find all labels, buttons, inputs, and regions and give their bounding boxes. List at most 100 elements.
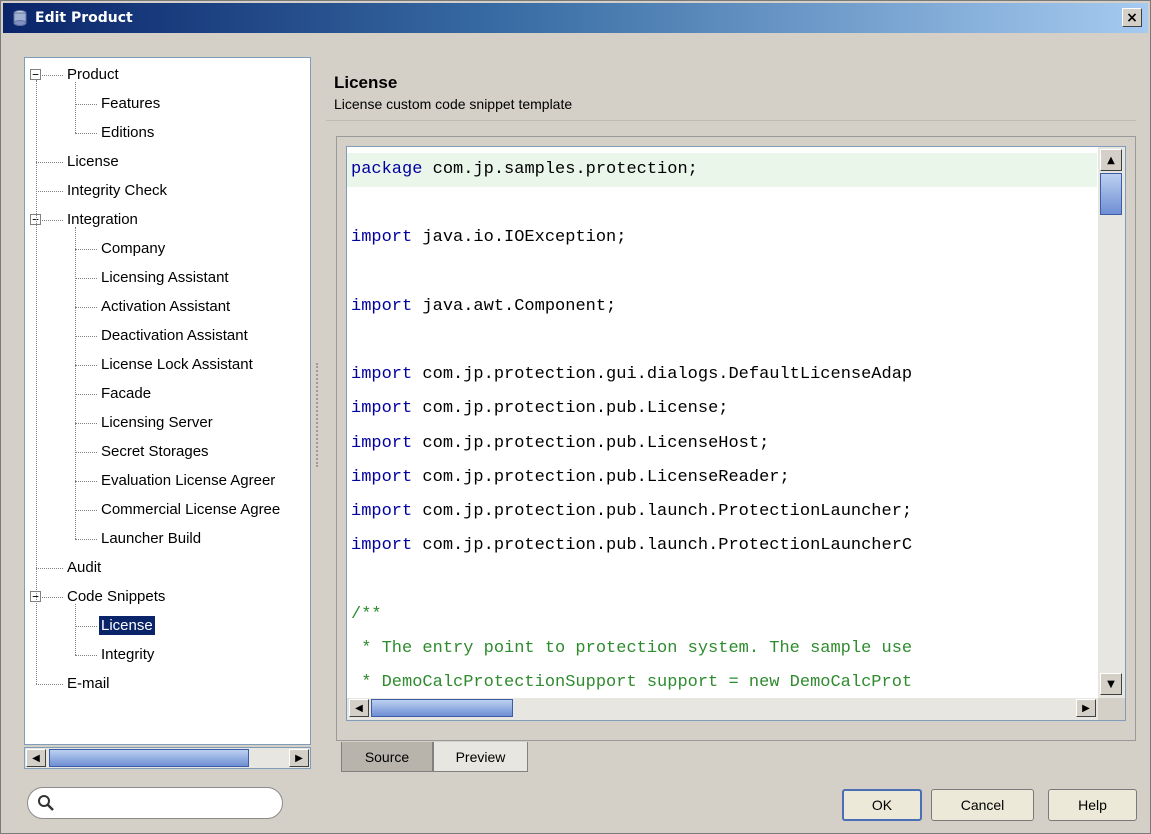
code-line: import com.jp.protection.pub.launch.Prot…	[351, 501, 912, 523]
code-text: com.jp.protection.pub.LicenseHost;	[412, 433, 770, 453]
tree-item[interactable]: License	[65, 147, 121, 176]
tree-item-label: Licensing Server	[101, 414, 213, 431]
tree-connector	[36, 684, 63, 685]
scroll-thumb[interactable]	[49, 749, 249, 767]
search-input[interactable]	[62, 794, 272, 814]
code-text-area[interactable]: package com.jp.samples.protection; import…	[347, 147, 1097, 692]
ok-button[interactable]: OK	[842, 789, 922, 821]
code-line: import com.jp.protection.pub.launch.Prot…	[351, 535, 912, 557]
tree-item[interactable]: Integrity	[99, 640, 156, 669]
horizontal-scroll-thumb[interactable]	[371, 699, 513, 717]
section-header: License License custom code snippet temp…	[326, 59, 1136, 121]
tree-item[interactable]: Integration	[65, 205, 140, 234]
tree-item-label: Facade	[101, 385, 152, 402]
code-editor[interactable]: package com.jp.samples.protection; import…	[346, 146, 1126, 721]
tree-guide	[36, 80, 37, 684]
tree-item[interactable]: Licensing Server	[99, 408, 215, 437]
code-line: import com.jp.protection.pub.License;	[351, 398, 728, 420]
code-line: import com.jp.protection.gui.dialogs.Def…	[351, 364, 912, 386]
tree-connector	[75, 278, 97, 279]
code-text: java.awt.Component;	[412, 296, 617, 316]
tab-source[interactable]: Source	[341, 742, 433, 772]
close-button[interactable]: ×	[1122, 8, 1142, 27]
tree-item[interactable]: Company	[99, 234, 167, 263]
tree-item-label: Audit	[67, 559, 102, 576]
navigation-tree[interactable]: Product − Features Editions License Integrity…	[24, 57, 311, 745]
code-text: com.jp.protection.pub.launch.ProtectionL…	[412, 536, 913, 556]
tree-item-label: Product	[67, 66, 119, 83]
tree-item-label: Evaluation License Agreer	[101, 472, 276, 489]
tree-item[interactable]: License Lock Assistant	[99, 350, 255, 379]
tree-connector	[75, 452, 97, 453]
tree-item[interactable]: Evaluation License Agreer	[99, 466, 277, 495]
scroll-down-arrow-icon[interactable]: ▼	[1100, 673, 1122, 695]
vertical-scroll-thumb[interactable]	[1100, 173, 1122, 215]
tree-item[interactable]: Launcher Build	[99, 524, 203, 553]
tree-connector	[36, 568, 63, 569]
tree-connector	[75, 626, 97, 627]
tree-item-label: License	[99, 616, 155, 635]
code-text: com.jp.samples.protection;	[422, 160, 698, 179]
tab-source-label: Source	[364, 748, 410, 765]
tree-item[interactable]: Licensing Assistant	[99, 263, 231, 292]
scroll-left-arrow-icon[interactable]: ◀	[349, 699, 369, 717]
tree-connector	[75, 423, 97, 424]
scroll-left-arrow-icon[interactable]: ◀	[26, 749, 46, 767]
tree-connector	[75, 104, 97, 105]
code-keyword: import	[351, 502, 413, 521]
code-keyword: import	[351, 536, 413, 556]
tree-item[interactable]: Audit	[65, 553, 103, 582]
window-title: Edit Product	[35, 10, 133, 26]
tree-item-label: Company	[101, 240, 166, 257]
tab-preview-label: Preview	[455, 748, 506, 765]
scroll-up-arrow-icon[interactable]: ▲	[1100, 149, 1122, 171]
tree-item[interactable]: Facade	[99, 379, 153, 408]
tree-item-label: Editions	[101, 124, 155, 141]
cancel-button[interactable]: Cancel	[931, 789, 1034, 821]
code-text: com.jp.protection.pub.launch.ProtectionL…	[412, 502, 913, 521]
code-keyword: import	[351, 433, 413, 453]
tree-item[interactable]: Code Snippets	[65, 582, 167, 611]
tree-item-label: Code Snippets	[67, 588, 166, 605]
tab-preview[interactable]: Preview	[433, 742, 528, 772]
tree-item[interactable]: Deactivation Assistant	[99, 321, 250, 350]
tree-item[interactable]: Secret Storages	[99, 437, 211, 466]
tree-item[interactable]: Commercial License Agree	[99, 495, 282, 524]
tree-connector	[36, 191, 63, 192]
help-button[interactable]: Help	[1048, 789, 1137, 821]
code-comment-line: * The entry point to protection system. …	[351, 638, 913, 658]
tree-guide	[75, 227, 76, 539]
scroll-right-arrow-icon[interactable]: ▶	[289, 749, 309, 767]
code-text: java.io.IOException;	[412, 228, 627, 248]
editor-vertical-scrollbar[interactable]: ▲ ▼	[1098, 147, 1125, 698]
code-comment-line: * DemoCalcProtectionSupport support = ne…	[351, 673, 913, 692]
tree-item[interactable]: License	[99, 611, 155, 640]
tree-item[interactable]: Integrity Check	[65, 176, 169, 205]
tree-connector	[36, 162, 63, 163]
tree-connector	[75, 394, 97, 395]
search-icon	[38, 795, 54, 811]
tree-connector	[75, 336, 97, 337]
search-field[interactable]	[27, 787, 283, 819]
tree-horizontal-scrollbar[interactable]: ◀ ▶	[24, 747, 311, 769]
tree-item-label: License	[67, 153, 119, 170]
title-bar[interactable]: Edit Product ×	[3, 3, 1148, 33]
tree-item[interactable]: Editions	[99, 118, 156, 147]
tree-item-label: Launcher Build	[101, 530, 202, 547]
tree-item[interactable]: E-mail	[65, 669, 112, 698]
tree-item[interactable]: Features	[99, 89, 162, 118]
code-keyword: package	[351, 160, 423, 179]
code-line: import java.io.IOException;	[351, 227, 626, 249]
editor-horizontal-scrollbar[interactable]: ◀ ▶	[347, 698, 1098, 720]
tree-item[interactable]: Product	[65, 60, 121, 89]
tree-item-label: E-mail	[67, 675, 110, 692]
tree-guide	[75, 82, 76, 133]
splitter-handle[interactable]	[316, 363, 320, 467]
tree-connector	[75, 249, 97, 250]
scroll-right-arrow-icon[interactable]: ▶	[1076, 699, 1096, 717]
section-title: License	[334, 73, 398, 92]
code-line: import com.jp.protection.pub.LicenseHost…	[351, 433, 769, 455]
collapse-icon[interactable]: −	[30, 69, 41, 80]
tree-item[interactable]: Activation Assistant	[99, 292, 232, 321]
code-line: import com.jp.protection.pub.LicenseRead…	[351, 467, 790, 489]
